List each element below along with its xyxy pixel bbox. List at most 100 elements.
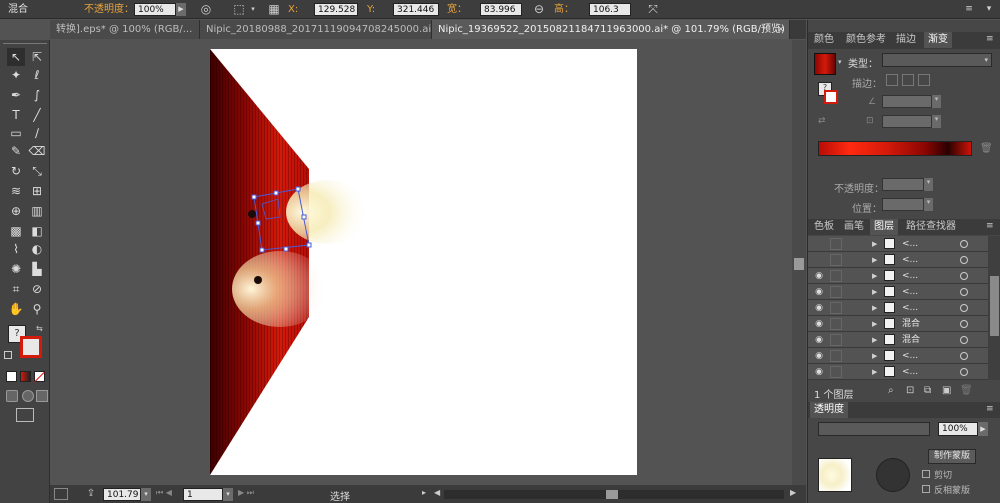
expand-triangle-icon[interactable]: ▶ [872,316,877,332]
rectangle-tool-icon[interactable]: ▭ [7,124,25,142]
invert-mask-checkbox[interactable] [922,485,930,493]
lock-toggle[interactable] [830,238,842,250]
rotate-tool-icon[interactable]: ↻ [7,162,25,180]
shape-builder-tool-icon[interactable]: ⊕ [7,202,25,220]
locate-object-icon[interactable]: ⌕ [888,385,894,396]
chart-tool-icon[interactable]: ▥ [28,202,46,220]
panel-menu-icon[interactable]: ≡ [986,221,994,231]
expand-triangle-icon[interactable]: ▶ [872,348,877,364]
artboard-tool-icon[interactable]: ⌗ [7,280,25,298]
column-graph-tool-icon[interactable]: ▙ [28,260,46,278]
new-sublayer-icon[interactable]: ⧉ [924,385,931,396]
stroke-across-icon[interactable] [918,74,930,86]
aspect-dropdown[interactable]: ▾ [932,115,941,128]
toolbar-grip[interactable] [3,43,47,47]
none-mode-icon[interactable] [34,371,45,383]
visibility-eye-icon[interactable]: ◉ [810,348,828,364]
make-clipping-mask-icon[interactable]: ⊡ [906,385,914,396]
target-circle-icon[interactable] [960,304,968,312]
transform-icon[interactable]: ⤧ [645,0,661,19]
transparency-opacity-input[interactable]: 100% [938,422,978,436]
selection-tool-icon[interactable]: ↖ [7,48,25,66]
pen-tool-icon[interactable]: ✒ [7,86,25,104]
y-input[interactable]: 321.446 px [393,3,439,28]
control-bar-options-icon[interactable]: ▾ [982,0,996,19]
draw-inside-icon[interactable] [36,390,48,402]
align-icon[interactable]: ⬚ [230,0,248,19]
scale-tool-icon[interactable]: ⤡ [28,162,46,180]
hscroll-thumb[interactable] [606,490,618,499]
slice-tool-icon[interactable]: ⊘ [28,280,46,298]
lock-toggle[interactable] [830,270,842,282]
line-tool-icon[interactable]: ╱ [28,106,46,124]
first-page-icon[interactable]: ⏮ ◀ [156,488,172,498]
gradient-tool-icon[interactable]: ◧ [28,222,46,240]
layer-row[interactable]: ▶ <... [808,252,988,268]
layer-row[interactable]: ◉ ▶ <... [808,284,988,300]
height-input[interactable]: 106.3 px [589,3,631,28]
target-circle-icon[interactable] [960,336,968,344]
next-page-icon[interactable]: ▶ ⏭ [238,488,254,498]
stop-position-dropdown[interactable]: ▾ [924,198,933,211]
reference-point-icon[interactable]: ▦ [266,0,282,19]
reverse-gradient-icon[interactable]: ⇄ [818,116,826,126]
screen-mode-icon[interactable] [16,408,34,422]
gradient-mode-icon[interactable] [20,371,31,382]
opacity-dropdown-arrow[interactable]: ▶ [176,3,186,16]
stroke-along-icon[interactable] [902,74,914,86]
visibility-eye-icon[interactable]: ◉ [810,300,828,316]
lasso-tool-icon[interactable]: ℓ [28,66,46,84]
angle-dropdown[interactable]: ▾ [932,95,941,108]
hscroll-right-arrow[interactable]: ▶ [790,488,796,497]
blend-tool-icon[interactable]: ◐ [28,240,46,258]
zoom-input[interactable]: 101.79 [103,488,141,501]
visibility-eye-icon[interactable]: ◉ [810,268,828,284]
draw-behind-icon[interactable] [22,390,34,402]
tab-stroke[interactable]: 描边 [892,32,920,48]
mesh-tool-icon[interactable]: ▩ [7,222,25,240]
lock-toggle[interactable] [830,286,842,298]
vertical-scrollbar[interactable] [792,40,806,485]
expand-triangle-icon[interactable]: ▶ [872,284,877,300]
horizontal-scrollbar[interactable] [444,490,784,499]
layers-scrollbar-thumb[interactable] [990,276,999,336]
stop-opacity-input[interactable] [882,178,924,191]
type-tool-icon[interactable]: T [7,106,25,124]
panel-menu-icon[interactable]: ≡ [962,0,976,19]
transparency-opacity-arrow[interactable]: ▶ [978,422,988,436]
stop-position-input[interactable] [882,198,924,211]
scrollbar-thumb[interactable] [794,258,804,270]
expand-triangle-icon[interactable]: ▶ [872,332,877,348]
recolor-icon[interactable]: ◎ [198,0,214,19]
expand-triangle-icon[interactable]: ▶ [872,300,877,316]
target-circle-icon[interactable] [960,240,968,248]
delete-stop-icon[interactable]: 🗑 [980,143,993,154]
visibility-eye-icon[interactable]: ◉ [810,364,828,380]
symbol-sprayer-tool-icon[interactable]: ✺ [7,260,25,278]
tab-swatches[interactable]: 色板 [810,219,838,235]
status-menu-arrow[interactable]: ▸ [422,488,432,500]
opacity-input[interactable]: 100% [134,3,176,16]
delete-layer-icon[interactable]: 🗑 [960,385,973,396]
page-dropdown-arrow[interactable]: ▾ [223,488,233,501]
layer-row[interactable]: ◉ ▶ <... [808,268,988,284]
panel-menu-icon[interactable]: ≡ [986,404,994,414]
close-tab-icon[interactable]: × [777,20,785,39]
direct-selection-tool-icon[interactable]: ⇱ [28,48,46,66]
target-circle-icon[interactable] [960,368,968,376]
clip-checkbox[interactable] [922,470,930,478]
artboard-nav-icon[interactable] [54,488,68,500]
tab-layers[interactable]: 图层 [870,219,898,235]
page-input[interactable]: 1 [183,488,223,501]
angle-input[interactable] [882,95,932,108]
layer-row[interactable]: ◉ ▶ <... [808,300,988,316]
tab-color[interactable]: 颜色 [810,32,838,48]
magic-wand-tool-icon[interactable]: ✦ [7,66,25,84]
tab-pathfinder[interactable]: 路径查找器 [902,219,960,235]
transparency-blend-mode-select[interactable] [818,422,930,436]
visibility-eye-icon[interactable]: ◉ [810,284,828,300]
lock-toggle[interactable] [830,302,842,314]
free-transform-tool-icon[interactable]: ⊞ [28,182,46,200]
target-circle-icon[interactable] [960,352,968,360]
opacity-label[interactable]: 不透明度： [84,0,134,19]
